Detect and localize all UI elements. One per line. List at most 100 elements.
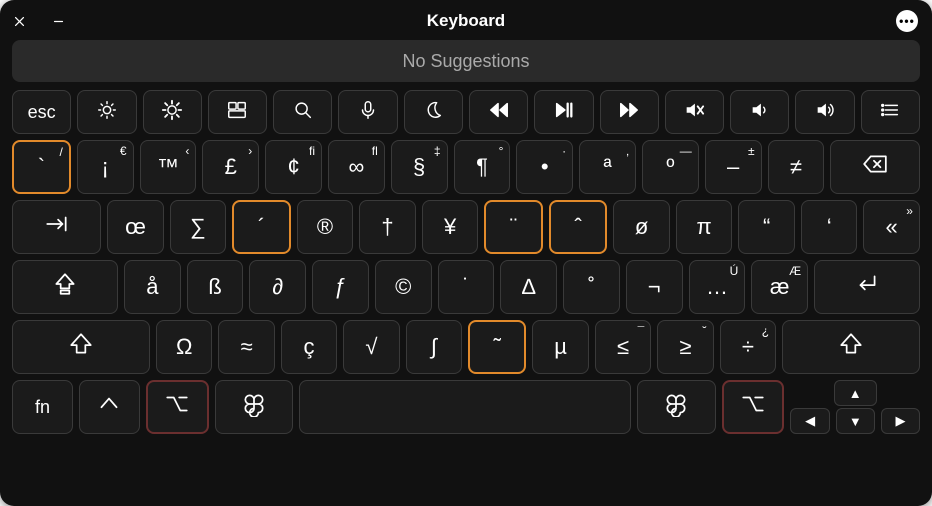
key-sup-label: Ú [730, 264, 739, 278]
key-yen[interactable]: ¥ [422, 200, 479, 254]
suggestions-text: No Suggestions [402, 51, 529, 72]
arrow-left[interactable]: ◀ [790, 408, 829, 434]
key-dictation[interactable] [338, 90, 397, 134]
key-circumflex[interactable]: ˆ [549, 200, 608, 254]
arrow-down[interactable]: ▼ [836, 408, 875, 434]
shift-left-icon [68, 331, 94, 363]
key-endash[interactable]: –± [705, 140, 762, 194]
key-integral[interactable]: ∫ [406, 320, 462, 374]
key-approx[interactable]: ≈ [218, 320, 274, 374]
key-brightness-down[interactable] [77, 90, 136, 134]
key-shift-right[interactable] [782, 320, 920, 374]
key-label: ∆ [522, 274, 535, 300]
key-esc[interactable]: esc [12, 90, 71, 134]
key-not-equal[interactable]: ≠ [768, 140, 825, 194]
key-label: ¡ [102, 154, 109, 180]
close-icon[interactable] [14, 14, 25, 28]
key-forward[interactable] [600, 90, 659, 134]
key-division[interactable]: ÷¿ [720, 320, 776, 374]
key-cent[interactable]: ¢fi [265, 140, 322, 194]
key-diaeresis[interactable]: ¨ [484, 200, 543, 254]
key-open-lsquo[interactable]: ‘ [801, 200, 858, 254]
key-trademark[interactable]: ™‹ [140, 140, 197, 194]
minimize-icon[interactable] [53, 14, 64, 28]
key-sqrt[interactable]: √ [343, 320, 399, 374]
key-delta[interactable]: ∆ [500, 260, 557, 314]
key-tab[interactable] [12, 200, 101, 254]
key-dagger[interactable]: † [359, 200, 416, 254]
key-o-slash[interactable]: ø [613, 200, 670, 254]
return-icon [854, 271, 880, 303]
key-masculine-ord[interactable]: º— [642, 140, 699, 194]
key-command-right[interactable] [637, 380, 716, 434]
key-partial[interactable]: ∂ [249, 260, 306, 314]
key-ge[interactable]: ≥˘ [657, 320, 713, 374]
key-dot-above[interactable]: ˙ [438, 260, 495, 314]
key-c-cedilla[interactable]: ç [281, 320, 337, 374]
key-sup-label: · [562, 144, 566, 158]
key-option-right[interactable] [722, 380, 785, 434]
key-play-pause[interactable] [534, 90, 593, 134]
key-dnd[interactable] [404, 90, 463, 134]
key-command-left[interactable] [215, 380, 294, 434]
key-shift-left[interactable] [12, 320, 150, 374]
key-exclaim-inv[interactable]: ¡€ [77, 140, 134, 194]
more-icon[interactable]: ••• [896, 10, 918, 32]
key-section[interactable]: §‡ [391, 140, 448, 194]
key-control[interactable] [79, 380, 140, 434]
key-ring-above[interactable]: ˚ [563, 260, 620, 314]
key-ellipsis[interactable]: …Ú [689, 260, 746, 314]
key-a-ring[interactable]: å [124, 260, 181, 314]
key-label: ¨ [510, 214, 517, 240]
key-option-left[interactable] [146, 380, 209, 434]
key-mission-control[interactable] [208, 90, 267, 134]
key-oe[interactable]: œ [107, 200, 164, 254]
key-not-sign[interactable]: ¬ [626, 260, 683, 314]
key-bullet[interactable]: •· [516, 140, 573, 194]
key-label: ≥ [679, 334, 691, 360]
key-open-ldquo[interactable]: “ [738, 200, 795, 254]
key-pi[interactable]: π [676, 200, 733, 254]
key-sup-label: € [120, 144, 127, 158]
key-label: ` [38, 154, 45, 180]
key-label: µ [554, 334, 567, 360]
arrow-right[interactable]: ▶ [881, 408, 920, 434]
key-feminine-ord[interactable]: ª‚ [579, 140, 636, 194]
key-volume-down[interactable] [730, 90, 789, 134]
key-pound[interactable]: £› [202, 140, 259, 194]
key-acute[interactable]: ´ [232, 200, 291, 254]
key-spacebar[interactable] [299, 380, 631, 434]
key-return[interactable] [814, 260, 920, 314]
key-rewind[interactable] [469, 90, 528, 134]
key-omega[interactable]: Ω [156, 320, 212, 374]
key-list[interactable] [861, 90, 920, 134]
key-sup-label: fi [309, 144, 315, 158]
key-florin[interactable]: ƒ [312, 260, 369, 314]
key-mu[interactable]: µ [532, 320, 588, 374]
shift-row: Ω≈ç√∫˜ µ ≤¯≥˘÷¿ [8, 320, 924, 374]
arrow-up[interactable]: ▲ [834, 380, 877, 406]
key-le[interactable]: ≤¯ [595, 320, 651, 374]
key-brightness-up[interactable] [143, 90, 202, 134]
key-infinity[interactable]: ∞fl [328, 140, 385, 194]
key-volume-up[interactable] [795, 90, 854, 134]
key-eszett[interactable]: ß [187, 260, 244, 314]
key-backspace[interactable] [830, 140, 920, 194]
key-label: ≤ [617, 334, 629, 360]
key-sigma[interactable]: ∑ [170, 200, 227, 254]
key-label: ø [635, 214, 648, 240]
key-copyright[interactable]: © [375, 260, 432, 314]
key-caps-lock[interactable] [12, 260, 118, 314]
key-tilde[interactable]: ˜ [468, 320, 526, 374]
key-search[interactable] [273, 90, 332, 134]
key-registered[interactable]: ® [297, 200, 354, 254]
key-fn[interactable]: fn [12, 380, 73, 434]
key-guillemet-left[interactable]: «» [863, 200, 920, 254]
function-row: esc [8, 90, 924, 134]
window-title: Keyboard [427, 11, 505, 31]
shift-right-icon [838, 331, 864, 363]
key-pilcrow[interactable]: ¶° [454, 140, 511, 194]
key-grave[interactable]: `/ [12, 140, 71, 194]
key-mute[interactable] [665, 90, 724, 134]
key-ae[interactable]: æÆ [751, 260, 808, 314]
